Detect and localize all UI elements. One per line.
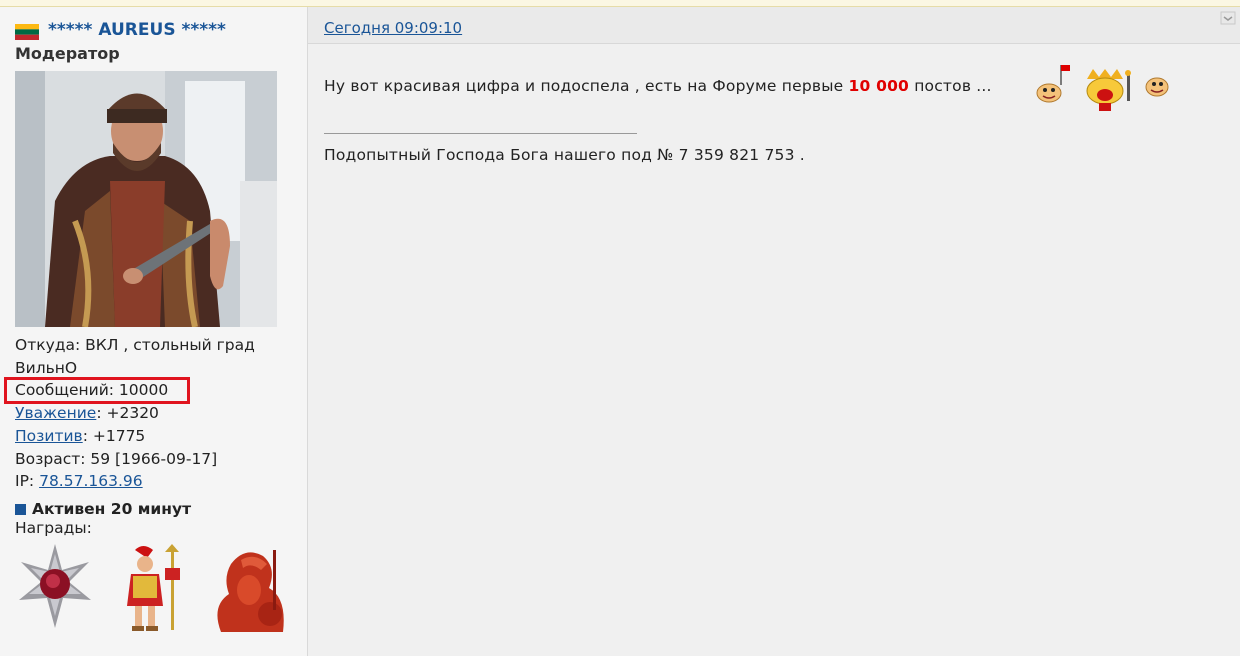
user-location-line2: ВильнО (15, 359, 78, 377)
respect-row: Уважение: +2320 (15, 404, 159, 422)
fold-icon[interactable] (1220, 11, 1236, 25)
user-nickname[interactable]: ***** AUREUS ***** (48, 20, 226, 40)
post-date-link[interactable]: Сегодня 09:09:10 (324, 19, 462, 37)
post-text-part1: Ну вот красивая цифра и подоспела , есть… (324, 77, 844, 95)
positive-link[interactable]: Позитив (15, 427, 83, 445)
post-content-area: Сегодня 09:09:10 Ну вот красивая цифра и… (308, 7, 1240, 656)
post-header: Сегодня 09:09:10 (308, 7, 1240, 44)
awards-label: Награды: (15, 519, 92, 537)
top-strip (0, 0, 1240, 7)
location-value: ВКЛ , стольный град (85, 336, 255, 354)
post-text-part2: постов ... (914, 77, 992, 95)
user-role: Модератор (15, 44, 120, 63)
user-location: Откуда: ВКЛ , стольный град (15, 336, 255, 354)
bust-award-icon[interactable] (217, 550, 284, 632)
ip-row: IP: 78.57.163.96 (15, 472, 143, 490)
online-status: Активен 20 минут (32, 500, 192, 518)
star-order-award-icon[interactable] (19, 544, 91, 628)
forum-post: ***** AUREUS ***** Модератор Откуда: ВКЛ… (0, 7, 1240, 656)
signature-divider (324, 133, 637, 134)
user-avatar[interactable] (15, 71, 277, 327)
online-status-icon (15, 504, 26, 515)
smiley-flag-icon (1036, 65, 1070, 103)
smiley-icon (1145, 77, 1169, 97)
roman-soldier-award-icon[interactable] (127, 544, 180, 631)
lithuania-flag-icon (15, 24, 39, 40)
post-body: Ну вот красивая цифра и подоспела , есть… (324, 77, 992, 95)
smiley-crowd-icon (1086, 69, 1131, 111)
ip-link[interactable]: 78.57.163.96 (39, 472, 143, 490)
respect-value: : +2320 (96, 404, 159, 422)
post-smilies (1036, 65, 1169, 111)
user-signature: Подопытный Господа Бога нашего под № 7 3… (324, 146, 805, 164)
user-age: Возраст: 59 [1966-09-17] (15, 450, 218, 468)
annotation-highlight-box (4, 377, 190, 404)
ip-label: IP: (15, 472, 35, 490)
user-panel: ***** AUREUS ***** Модератор Откуда: ВКЛ… (0, 7, 308, 656)
post-highlight-number: 10 000 (848, 77, 910, 95)
positive-row: Позитив: +1775 (15, 427, 145, 445)
location-label: Откуда: (15, 336, 81, 354)
respect-link[interactable]: Уважение (15, 404, 96, 422)
awards-list (19, 544, 284, 632)
positive-value: : +1775 (82, 427, 146, 445)
